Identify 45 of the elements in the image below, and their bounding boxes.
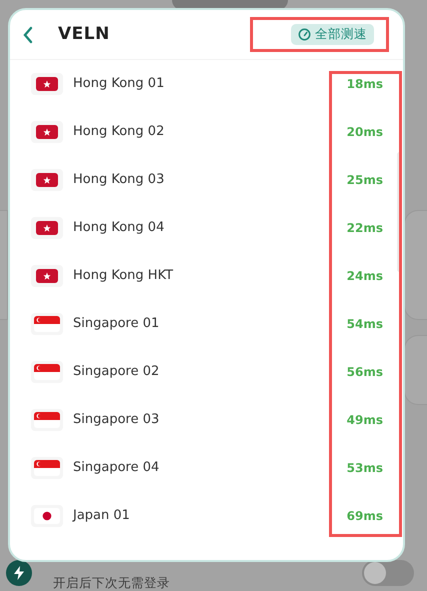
hong-kong-flag-icon [36,125,58,139]
node-name: Singapore 01 [73,315,160,334]
node-row[interactable]: Hong Kong 04 22ms [10,204,403,252]
latency-value: 25ms [346,172,383,189]
node-row[interactable]: Singapore 03 49ms [10,396,403,444]
node-name: Hong Kong 01 [73,75,164,94]
dialog-title: VELN [58,22,110,46]
node-row[interactable]: Hong Kong 02 20ms [10,108,403,156]
node-name: Japan 01 [73,507,130,526]
node-row[interactable]: Singapore 02 56ms [10,348,403,396]
node-name: Singapore 03 [73,411,160,430]
node-name: Singapore 04 [73,459,160,478]
latency-value: 54ms [346,316,383,333]
node-row[interactable]: Singapore 04 53ms [10,444,403,492]
hong-kong-flag-icon [36,269,58,283]
latency-value: 69ms [346,508,383,525]
node-row[interactable]: Hong Kong 01 18ms [10,60,403,108]
singapore-flag-icon [34,460,60,476]
latency-value: 24ms [346,268,383,285]
node-name: Hong Kong 02 [73,123,164,142]
node-name: Hong Kong HKT [73,267,174,286]
singapore-flag-icon [34,316,60,332]
speedometer-icon [298,28,311,41]
latency-value: 49ms [346,412,383,429]
node-row[interactable]: Hong Kong 03 25ms [10,156,403,204]
toggle-switch[interactable] [362,560,414,586]
node-row[interactable]: Hong Kong HKT 24ms [10,252,403,300]
latency-value: 20ms [346,124,383,141]
hong-kong-flag-icon [36,173,58,187]
japan-flag-icon [34,508,60,524]
setting-subtitle: 开启后下次无需登录 [53,574,170,591]
node-row[interactable]: Japan 01 69ms [10,492,403,540]
node-name: Hong Kong 03 [73,171,164,190]
background-card [404,335,427,405]
latency-value: 53ms [346,460,383,477]
node-name: Hong Kong 04 [73,219,164,238]
singapore-flag-icon [34,364,60,380]
node-name: Singapore 02 [73,363,160,382]
latency-value: 56ms [346,364,383,381]
hong-kong-flag-icon [36,77,58,91]
singapore-flag-icon [34,412,60,428]
node-row[interactable]: Singapore 01 54ms [10,300,403,348]
hong-kong-flag-icon [36,221,58,235]
latency-value: 22ms [346,220,383,237]
latency-value: 18ms [346,76,383,93]
